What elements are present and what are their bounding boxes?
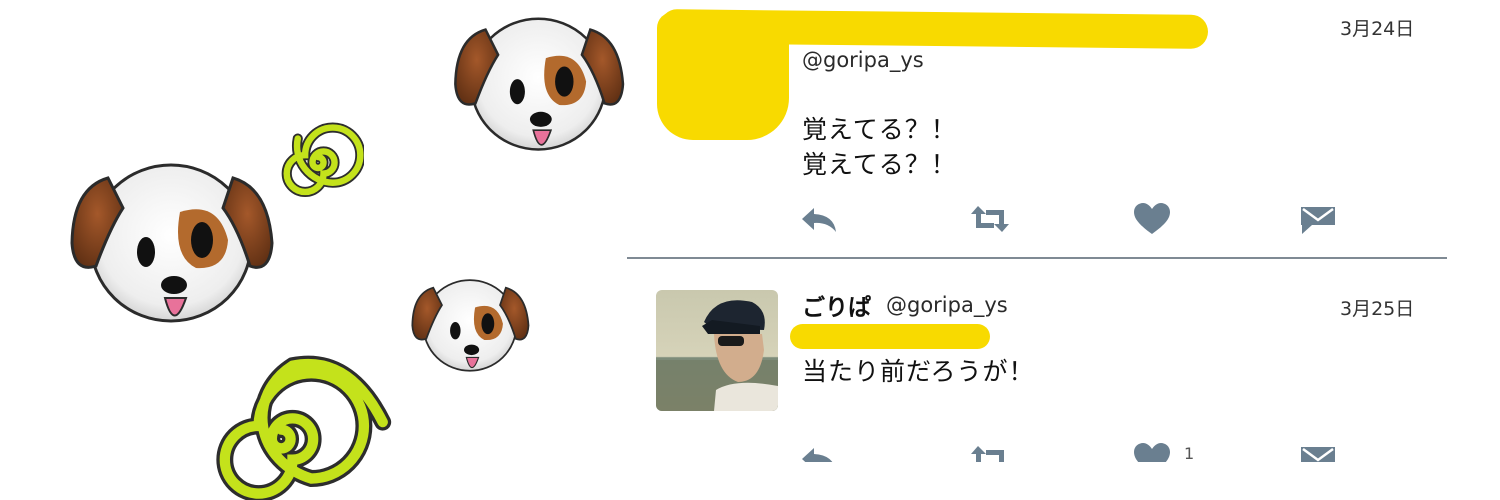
tweet1-date[interactable]: 3月24日 — [1340, 14, 1414, 41]
dog-face-emoji-top — [454, 17, 625, 151]
tweet1-text: 覚えてる？！ 覚えてる？！ — [802, 112, 957, 182]
redaction-marker-reply-to — [790, 324, 990, 349]
tweet1-line-2: 覚えてる？！ — [802, 150, 957, 179]
tweet2-display-name[interactable]: ごりぱ — [802, 288, 871, 322]
reply-icon[interactable] — [800, 202, 840, 236]
like-count: 1 — [1184, 444, 1195, 463]
dizzy-spiral-icon-large — [216, 355, 392, 500]
redaction-marker-name — [659, 9, 1209, 49]
retweet-icon[interactable] — [970, 202, 1010, 236]
tweet2-text: 当たり前だろうが！ — [802, 357, 1035, 386]
tweet1-line-1: 覚えてる？！ — [802, 115, 957, 144]
tweet2-handle[interactable]: @goripa_ys — [886, 293, 1008, 317]
avatar[interactable] — [656, 290, 778, 411]
tweet2-date[interactable]: 3月25日 — [1340, 294, 1414, 321]
bottom-crop — [620, 462, 1500, 500]
dog-face-emoji-large — [70, 163, 274, 323]
tweet1-handle[interactable]: @goripa_ys — [802, 48, 924, 72]
tweet-divider — [627, 257, 1447, 259]
dog-face-emoji-small — [411, 279, 530, 372]
heart-icon[interactable] — [1132, 202, 1172, 236]
dizzy-spiral-icon-small — [281, 122, 364, 197]
direct-message-icon[interactable] — [1298, 202, 1338, 236]
